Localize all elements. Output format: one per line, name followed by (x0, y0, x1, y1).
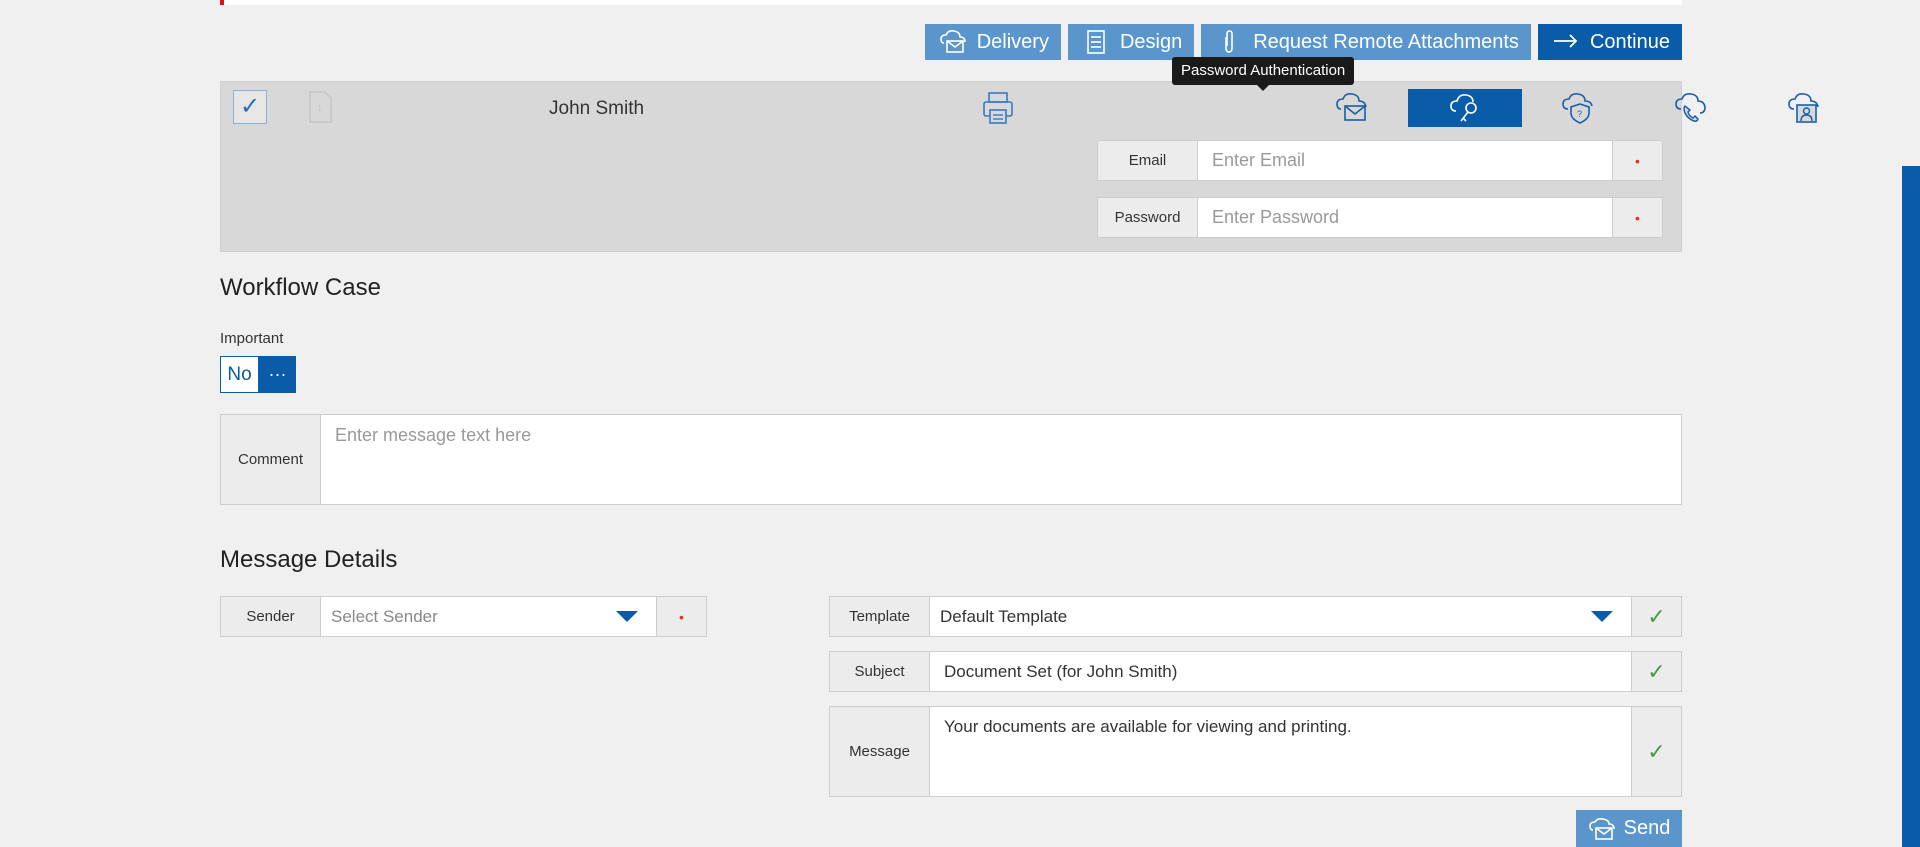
recipient-name: John Smith (549, 98, 645, 119)
sender-placeholder: Select Sender (331, 606, 438, 626)
envelope-cloud-icon (1336, 93, 1367, 121)
delivery-label: Delivery (976, 30, 1049, 53)
envelope-cloud-icon (939, 30, 966, 53)
template-label: Template (830, 597, 930, 636)
template-value: Default Template (940, 606, 1068, 626)
email-input[interactable] (1198, 141, 1612, 180)
message-input[interactable]: Your documents are available for viewing… (930, 707, 1631, 796)
email-label: Email (1098, 141, 1198, 180)
request-remote-attachments-button[interactable]: Request Remote Attachments (1201, 24, 1531, 60)
envelope-cloud-icon (1588, 817, 1615, 840)
send-label: Send (1623, 817, 1671, 839)
document-list-icon (1087, 30, 1105, 54)
subject-row: Subject ✓ (829, 651, 1682, 692)
scrollbar[interactable] (1902, 166, 1920, 847)
chevron-down-icon (1591, 611, 1613, 622)
email-field-row: Email • (1097, 140, 1663, 181)
password-label: Password (1098, 198, 1198, 237)
important-value[interactable]: No (220, 356, 259, 393)
document-icon: 1 (309, 91, 332, 123)
message-details-heading: Message Details (220, 546, 398, 573)
design-button[interactable]: Design (1067, 24, 1195, 60)
check-icon: ✓ (1631, 597, 1681, 636)
message-label: Message (830, 707, 930, 796)
comment-label: Comment (221, 415, 321, 504)
send-button[interactable]: Send (1576, 810, 1682, 847)
password-input[interactable] (1198, 198, 1612, 237)
comment-row: Comment (220, 414, 1682, 505)
arrow-right-icon (1553, 34, 1578, 48)
shield-question-icon: ? (1562, 93, 1593, 124)
tooltip: Password Authentication (1172, 57, 1355, 91)
continue-label: Continue (1589, 30, 1670, 53)
workflow-case-heading: Workflow Case (220, 274, 381, 301)
auth-id-button[interactable] (1747, 89, 1861, 127)
design-label: Design (1119, 30, 1183, 53)
top-strip (220, 0, 1682, 5)
password-field-row: Password • (1097, 197, 1663, 238)
subject-input[interactable] (930, 652, 1631, 691)
phone-cloud-icon (1675, 93, 1706, 122)
toolbar: Delivery Design Request Remote Attachmen… (924, 24, 1682, 60)
required-marker: • (656, 597, 706, 636)
paperclip-icon (1225, 30, 1234, 53)
required-marker: • (1612, 198, 1662, 237)
auth-email-button[interactable] (1295, 89, 1409, 127)
svg-text:1: 1 (317, 103, 322, 113)
auth-phone-button[interactable] (1634, 89, 1748, 127)
request-label: Request Remote Attachments (1253, 30, 1519, 53)
sender-select[interactable]: Select Sender (321, 597, 656, 636)
delivery-button[interactable]: Delivery (924, 24, 1061, 60)
message-row: Message Your documents are available for… (829, 706, 1682, 797)
important-label: Important (220, 330, 284, 347)
recipient-panel: ✓ 1 John Smith ? Email • Password • (220, 81, 1819, 252)
auth-password-button[interactable] (1408, 89, 1522, 127)
printer-icon[interactable] (981, 90, 1015, 126)
important-toggle: No ··· (220, 356, 296, 393)
template-select[interactable]: Default Template (930, 597, 1631, 636)
required-marker: • (1612, 141, 1662, 180)
sender-label: Sender (221, 597, 321, 636)
comment-input[interactable] (321, 415, 1681, 504)
svg-text:?: ? (1577, 109, 1582, 119)
subject-label: Subject (830, 652, 930, 691)
continue-button[interactable]: Continue (1537, 24, 1682, 60)
person-id-icon (1788, 93, 1819, 123)
template-row: Template Default Template ✓ (829, 596, 1682, 637)
chevron-down-icon (616, 611, 638, 622)
auth-question-button[interactable]: ? (1521, 89, 1635, 127)
check-icon: ✓ (1631, 652, 1681, 691)
important-more-button[interactable]: ··· (259, 356, 296, 393)
recipient-checkbox[interactable]: ✓ (233, 90, 267, 124)
key-cloud-icon (1450, 94, 1477, 122)
sender-row: Sender Select Sender • (220, 596, 707, 637)
check-icon: ✓ (1631, 707, 1681, 796)
